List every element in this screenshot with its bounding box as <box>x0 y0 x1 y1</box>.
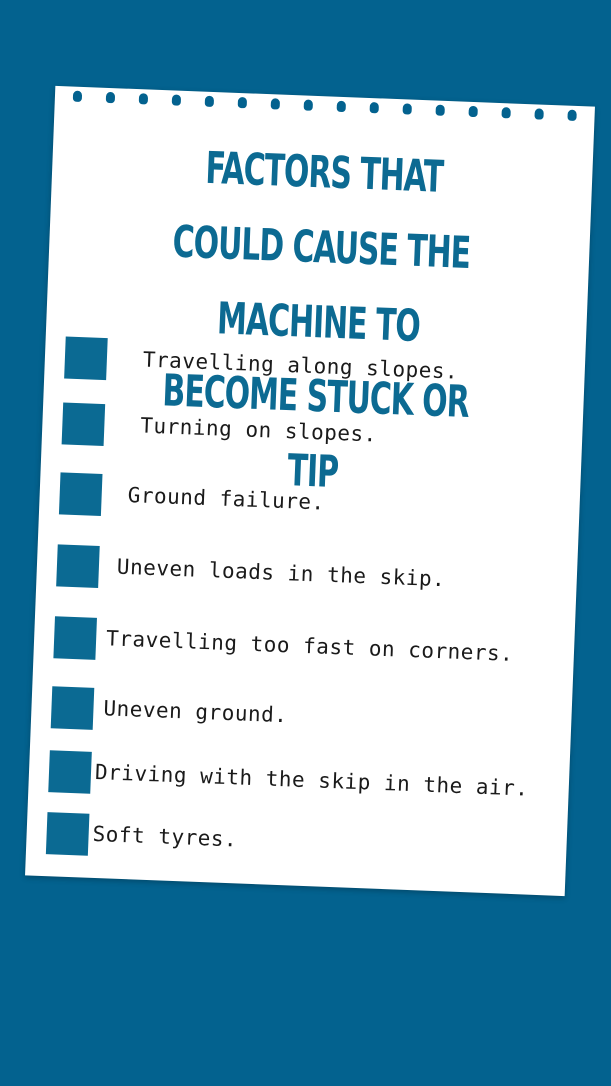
binding-hole <box>204 95 215 108</box>
list-item: Ground failure. <box>39 472 580 537</box>
binding-hole <box>72 90 83 102</box>
binding-hole <box>171 94 182 106</box>
list-item-label: Uneven loads in the skip. <box>116 554 446 592</box>
binding-hole <box>336 100 346 113</box>
checkbox-square <box>64 336 108 381</box>
checkbox-square <box>61 402 106 447</box>
binding-hole <box>534 108 544 120</box>
checkbox-square <box>53 616 97 660</box>
list-item-label: Soft tyres. <box>92 821 238 852</box>
spiral-holes <box>72 90 577 122</box>
binding-hole <box>303 99 314 111</box>
checkbox-square <box>45 812 90 856</box>
binding-hole <box>270 98 281 110</box>
list-item: Uneven loads in the skip. <box>36 544 577 609</box>
list-item-label: Uneven ground. <box>103 696 288 728</box>
checkbox-square <box>48 750 92 794</box>
notepad-sheet: FACTORS THAT COULD CAUSE THE MACHINE TO … <box>25 85 595 897</box>
binding-hole <box>237 96 248 109</box>
checkbox-square <box>50 686 95 730</box>
binding-hole <box>468 105 478 118</box>
list-item: Travelling too fast on corners. <box>33 616 574 681</box>
list-item: Driving with the skip in the air. <box>28 749 569 814</box>
list-item-label: Driving with the skip in the air. <box>94 759 529 801</box>
list-item: Soft tyres. <box>26 811 567 876</box>
list-item: Uneven ground. <box>31 685 572 750</box>
binding-hole <box>402 103 412 115</box>
list-item-label: Travelling along slopes. <box>142 347 459 384</box>
binding-hole <box>435 104 445 116</box>
binding-hole <box>105 91 116 104</box>
checkbox-square <box>58 472 103 516</box>
list-item-label: Ground failure. <box>127 483 326 515</box>
binding-hole <box>369 102 379 114</box>
binding-hole <box>567 109 577 121</box>
list-item-label: Travelling too fast on corners. <box>105 626 514 666</box>
binding-hole <box>138 93 149 105</box>
checkbox-square <box>56 544 100 588</box>
list-item-label: Turning on slopes. <box>139 413 378 447</box>
binding-hole <box>501 107 511 119</box>
